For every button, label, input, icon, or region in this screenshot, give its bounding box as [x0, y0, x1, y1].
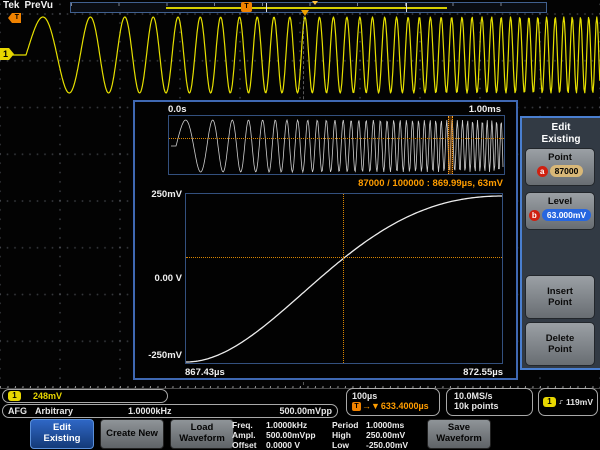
- afg-amplitude: 500.00mVpp: [279, 406, 332, 416]
- level-value: 63.000mV: [542, 209, 591, 221]
- high-value: 250.00mV: [366, 430, 428, 440]
- edit-zoom-plot: [185, 193, 503, 364]
- record-bar-waveform-line: [166, 7, 447, 9]
- point-cursor-readout: 87000 / 100000 : 869.99µs, 63mV: [358, 178, 503, 189]
- ampl-value: 500.00mVpp: [266, 430, 332, 440]
- record-trigger-marker: T: [241, 2, 252, 12]
- afg-readout: AFG Arbitrary 1.0000kHz 500.00mVpp: [2, 404, 338, 418]
- waveform-overview-plot: [168, 115, 505, 175]
- insert-point-button[interactable]: Insert Point: [525, 275, 595, 319]
- header: Tek PreVu: [3, 0, 53, 11]
- record-bar-ticks: [71, 3, 546, 6]
- record-length: 10k points: [454, 401, 525, 411]
- trigger-level-value: 119mV: [566, 397, 593, 407]
- horizontal-readout: 100µs T →▼ 633.4000µs: [346, 388, 440, 416]
- y-axis-bottom-label: -250mV: [135, 350, 182, 361]
- point-cursor-vertical[interactable]: [343, 194, 344, 363]
- afg-frequency: 1.0000kHz: [128, 406, 172, 416]
- ampl-label: Ampl.: [232, 430, 266, 440]
- horizontal-scale: 100µs: [352, 391, 434, 401]
- afg-mode: Arbitrary: [35, 406, 73, 416]
- side-menu-title: Edit Existing: [522, 122, 600, 146]
- save-waveform-button[interactable]: Save Waveform: [427, 419, 491, 449]
- afg-parameter-readouts: Freq. 1.0000kHz Period 1.0000ms Ampl. 50…: [232, 420, 428, 450]
- y-axis-zero-label: 0.00 V: [135, 273, 182, 284]
- expansion-point-icon: [312, 1, 318, 5]
- multipurpose-knob-a-icon: a: [537, 166, 548, 177]
- tek-logo: Tek: [3, 0, 20, 11]
- offset-label: Offset: [232, 440, 266, 450]
- side-menu: Edit Existing Point a 87000 Level b 63.0…: [520, 116, 600, 370]
- level-button[interactable]: Level b 63.000mV: [525, 192, 595, 230]
- level-button-label: Level: [526, 196, 594, 207]
- freq-label: Freq.: [232, 420, 266, 430]
- rising-edge-icon: [559, 397, 563, 407]
- afg-label: AFG: [8, 406, 27, 416]
- high-label: High: [332, 430, 366, 440]
- x-axis-right-label: 872.55µs: [185, 367, 503, 378]
- channel1-scale: 248mV: [33, 391, 62, 401]
- period-value: 1.0000ms: [366, 420, 428, 430]
- trigger-source-badge: 1: [543, 397, 556, 407]
- record-window-right-bracket: [406, 3, 407, 12]
- low-value: -250.00mV: [366, 440, 428, 450]
- overview-chirp-trace: [171, 120, 503, 172]
- point-button-label: Point: [526, 152, 594, 163]
- overview-edit-cursor[interactable]: [448, 116, 453, 174]
- channel1-readout: 1 248mV: [2, 389, 168, 403]
- acquisition-readout: 10.0MS/s 10k points: [446, 388, 533, 416]
- trigger-position-icon: [301, 10, 309, 16]
- chirp-trace: [10, 17, 600, 93]
- edit-trace-svg: [186, 194, 502, 363]
- channel1-badge: 1: [8, 391, 21, 401]
- offset-value: 0.0000 V: [266, 440, 332, 450]
- y-axis-top-label: 250mV: [135, 189, 182, 200]
- delay-arrows-icon: →▼: [362, 401, 380, 411]
- delete-point-button[interactable]: Delete Point: [525, 322, 595, 366]
- create-new-button[interactable]: Create New: [100, 419, 164, 449]
- delay-trigger-icon: T: [352, 402, 361, 411]
- waveform-editor-window: 0.0s 1.00ms 87000 / 100000 : 869.99µs, 6…: [133, 100, 518, 380]
- point-value: 87000: [550, 165, 584, 177]
- sample-rate: 10.0MS/s: [454, 391, 525, 401]
- record-window-left-bracket: [266, 3, 267, 12]
- trigger-readout: 1 119mV: [538, 388, 598, 416]
- overview-level-line: [169, 138, 504, 139]
- multipurpose-knob-b-icon: b: [529, 210, 540, 221]
- horizontal-delay: 633.4000µs: [381, 401, 429, 411]
- level-cursor-horizontal[interactable]: [186, 257, 502, 258]
- edit-segment-trace: [186, 196, 502, 362]
- low-label: Low: [332, 440, 366, 450]
- freq-value: 1.0000kHz: [266, 420, 332, 430]
- overview-end-time: 1.00ms: [469, 104, 501, 115]
- overview-trace-svg: [169, 116, 504, 174]
- point-button[interactable]: Point a 87000: [525, 148, 595, 186]
- oscilloscope-screen: Tek PreVu T 1 T 0.0s 1.00ms 87000 / 10000…: [0, 0, 600, 450]
- acquisition-mode-label: PreVu: [25, 0, 54, 11]
- period-label: Period: [332, 420, 366, 430]
- load-waveform-button[interactable]: Load Waveform: [170, 419, 234, 449]
- overview-start-time: 0.0s: [168, 104, 187, 115]
- edit-existing-button[interactable]: Edit Existing: [30, 419, 94, 449]
